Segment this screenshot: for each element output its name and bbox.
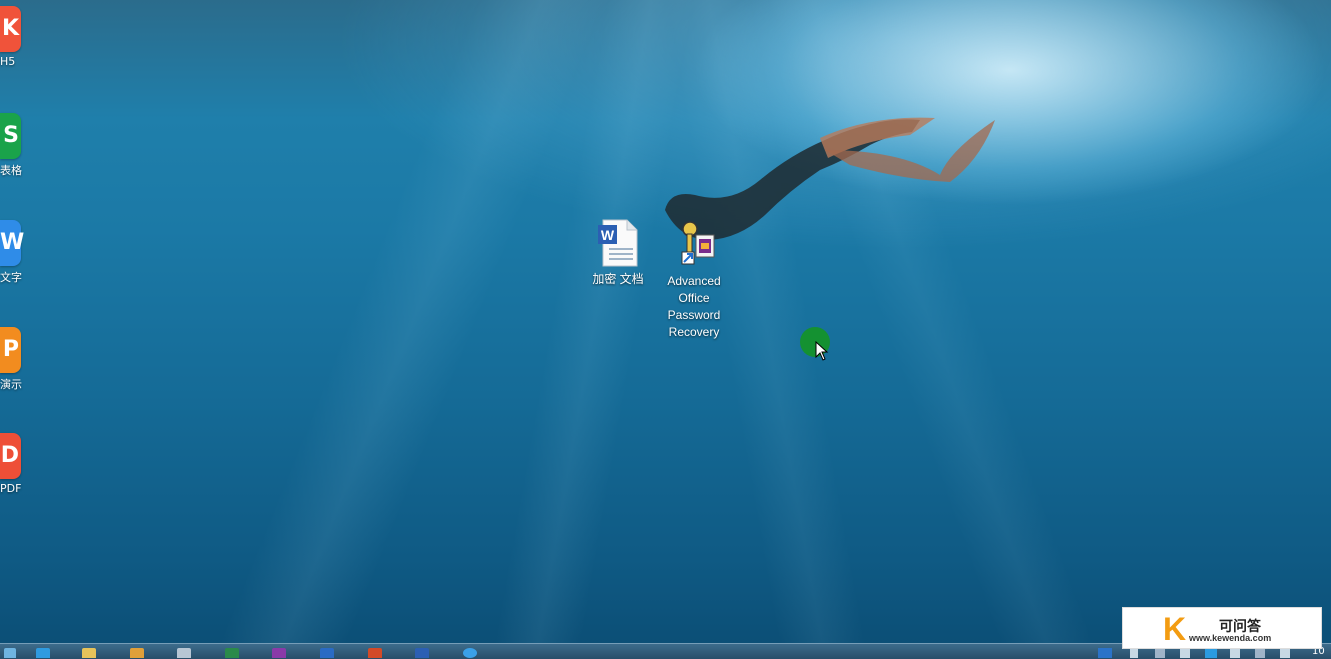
input-method-icon[interactable]: [1098, 648, 1112, 658]
left-app-h5[interactable]: K H5: [0, 6, 34, 68]
outlook-taskbar-icon[interactable]: [320, 648, 334, 658]
tray-app-icon[interactable]: [1155, 648, 1165, 658]
tray-app-icon-3[interactable]: [1205, 648, 1217, 658]
onenote-taskbar-icon[interactable]: [272, 648, 286, 658]
password-recovery-label: Advanced Office Password Recovery: [667, 274, 721, 339]
desktop-icon-encrypted-doc[interactable]: W 加密 文档: [582, 219, 654, 288]
writer-app-label: 文字: [0, 271, 22, 284]
h5-app-icon: K: [0, 6, 21, 52]
pdf-app-label: PDF: [0, 482, 22, 495]
encrypted-doc-label: 加密 文档: [592, 272, 644, 286]
network-taskbar-icon[interactable]: [177, 648, 191, 658]
tray-app-icon-4[interactable]: [1230, 648, 1240, 658]
tray-arrow-icon[interactable]: [1130, 648, 1138, 658]
site-watermark: K 可问答 www.kewenda.com: [1122, 607, 1322, 649]
network-tray-icon[interactable]: [1255, 648, 1265, 658]
word-taskbar-icon[interactable]: [415, 648, 429, 658]
spreadsheet-app-icon: S: [0, 113, 21, 159]
password-recovery-keys-icon: [681, 221, 715, 265]
pdf-app-icon: D: [0, 433, 21, 479]
start-button-icon[interactable]: [4, 648, 16, 658]
spreadsheet-app-label: 表格: [0, 164, 22, 177]
left-app-pdf[interactable]: D PDF: [0, 433, 34, 495]
svg-text:W: W: [601, 227, 615, 243]
powerpoint-taskbar-icon[interactable]: [368, 648, 382, 658]
left-app-presentation[interactable]: P 演示: [0, 327, 34, 392]
media-taskbar-icon[interactable]: [130, 648, 144, 658]
tray-app-icon-2[interactable]: [1180, 648, 1190, 658]
left-app-writer[interactable]: W 文字: [0, 220, 34, 285]
mouse-pointer-icon: [815, 341, 829, 361]
watermark-logo: K: [1163, 611, 1187, 647]
volume-tray-icon[interactable]: [1280, 648, 1290, 658]
desktop-icon-password-recovery[interactable]: Advanced Office Password Recovery: [658, 219, 730, 341]
h5-app-label: H5: [0, 55, 16, 68]
folder-taskbar-icon[interactable]: [82, 648, 96, 658]
presentation-app-label: 演示: [0, 378, 22, 391]
presentation-app-icon: P: [0, 327, 21, 373]
excel-taskbar-icon[interactable]: [225, 648, 239, 658]
watermark-url: www.kewenda.com: [1189, 633, 1272, 643]
app-taskbar-icon[interactable]: [463, 648, 477, 658]
left-app-sheets[interactable]: S 表格: [0, 113, 34, 178]
word-document-icon: W: [598, 219, 638, 267]
browser-taskbar-icon[interactable]: [36, 648, 50, 658]
writer-app-icon: W: [0, 220, 24, 266]
